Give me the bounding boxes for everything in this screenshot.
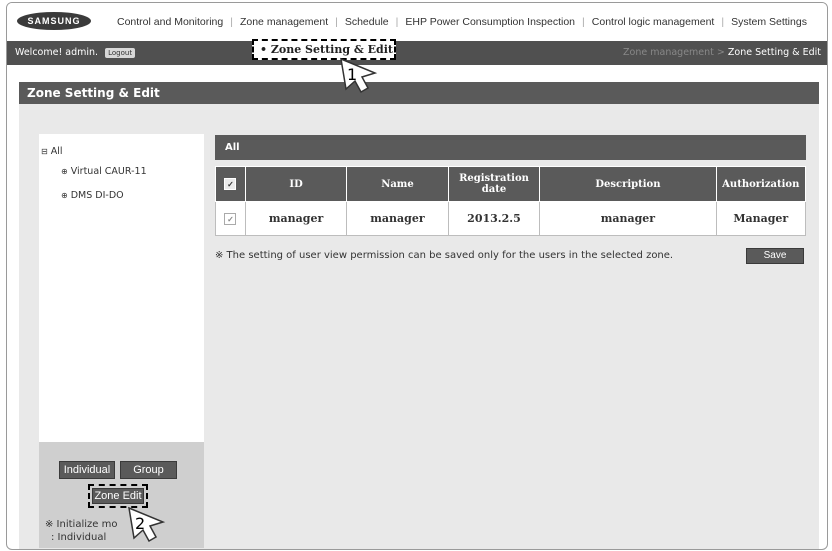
menu-divider: | [395,16,399,28]
breadcrumb: Zone management > Zone Setting & Edit [623,47,821,58]
permission-note: ※ The setting of user view permission ca… [215,250,674,261]
group-button[interactable]: Group [120,461,177,479]
welcome-text: Welcome! admin. [15,47,99,58]
save-button[interactable]: Save [746,248,804,264]
column-header-name: Name [346,166,449,202]
column-header-registration-date: Registration date [447,166,541,202]
content-area: ⊟ All ⊕ Virtual CAUR-11 ⊕ DMS DI-DO Indi… [19,104,819,549]
column-header-description: Description [539,166,717,202]
zone-tree: ⊟ All ⊕ Virtual CAUR-11 ⊕ DMS DI-DO [39,134,204,442]
tree-node-label: All [50,146,63,157]
zone-header-bar: All [215,135,806,160]
sub-navigation: Welcome! admin. Logout Zone management >… [7,41,827,65]
table-row[interactable]: ✓ manager manager 2013.2.5 manager Manag… [215,201,807,236]
cell-description: manager [539,201,717,236]
breadcrumb-separator: > [716,47,725,58]
tree-node-dms-di-do[interactable]: ⊕ DMS DI-DO [61,190,124,201]
column-header-id: ID [244,166,348,202]
page-title: Zone Setting & Edit [19,82,819,104]
row-checkbox-cell[interactable]: ✓ [215,201,246,236]
welcome-message: Welcome! admin. Logout [15,47,136,58]
menu-divider: | [335,16,338,28]
tree-node-label: Virtual CAUR-11 [70,166,147,177]
initialize-note: ※ Initialize mo [45,519,118,530]
cell-authorization: Manager [715,201,807,236]
collapse-icon: ⊟ [41,147,48,156]
zone-setting-edit-menu-item[interactable]: • Zone Setting & Edit [252,39,396,60]
logout-button[interactable]: Logout [105,47,136,58]
menu-system-settings[interactable]: System Settings [731,16,807,28]
expand-icon: ⊕ [61,191,68,200]
cell-id: manager [244,201,348,236]
menu-control-logic[interactable]: Control logic management [592,16,715,28]
menu-ehp-power[interactable]: EHP Power Consumption Inspection [405,16,575,28]
samsung-logo: SAMSUNG [17,12,91,30]
menu-zone-management[interactable]: Zone management [240,16,328,28]
tree-node-all[interactable]: ⊟ All [41,146,63,157]
zone-edit-panel: Individual Group Zone Edit ※ Initialize … [39,442,204,548]
cell-registration-date: 2013.2.5 [447,201,541,236]
table-header-row: ✓ ID Name Registration date Description … [215,166,807,202]
cell-name: manager [346,201,449,236]
user-table: ✓ ID Name Registration date Description … [215,166,807,236]
select-all-checkbox[interactable]: ✓ [215,166,246,202]
initialize-note-mode: : Individual [51,532,107,543]
menu-schedule[interactable]: Schedule [345,16,389,28]
menu-divider: | [582,16,585,28]
top-navigation: SAMSUNG Control and Monitoring | Zone mana… [7,3,827,41]
breadcrumb-parent[interactable]: Zone management [623,47,714,58]
tree-node-virtual-caur[interactable]: ⊕ Virtual CAUR-11 [61,166,147,177]
expand-icon: ⊕ [61,167,68,176]
column-header-authorization: Authorization [715,166,807,202]
tree-node-label: DMS DI-DO [70,190,124,201]
zone-edit-button[interactable]: Zone Edit [92,488,144,504]
breadcrumb-current: Zone Setting & Edit [727,47,821,58]
checkbox-icon[interactable]: ✓ [224,178,237,190]
menu-divider: | [721,16,725,28]
app-window: SAMSUNG Control and Monitoring | Zone mana… [6,2,828,550]
individual-button[interactable]: Individual [59,461,115,479]
menu-divider: | [230,16,233,28]
checkbox-icon[interactable]: ✓ [224,213,237,225]
menu-control-monitoring[interactable]: Control and Monitoring [117,16,223,28]
main-menu: Control and Monitoring | Zone management | S… [117,16,807,28]
